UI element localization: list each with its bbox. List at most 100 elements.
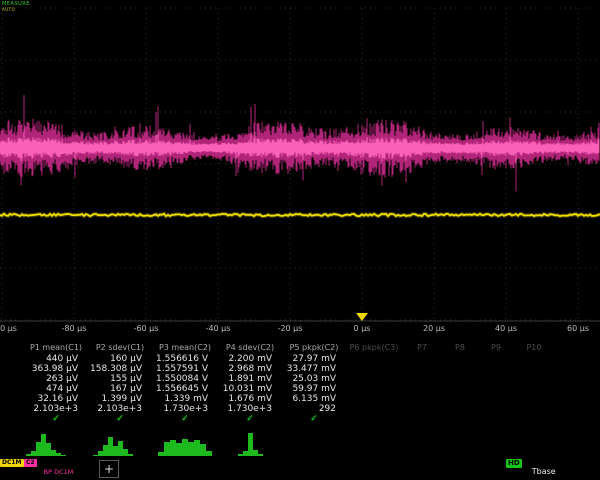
histicon-bar [61,455,66,456]
measure-value [478,404,514,414]
time-label: -60 µs [134,324,159,333]
time-label: 40 µs [495,324,517,333]
measure-header[interactable]: P9 [478,342,514,354]
measure-value: 1.730e+3 [218,404,282,414]
measure-header[interactable]: P5 pkpk(C2) [282,342,346,354]
auto-indicator: AUTO [2,8,30,12]
channel2-badge[interactable]: C2 [24,459,37,467]
measure-value: 1.399 µV [88,394,152,404]
measurement-table: P1 mean(C1)P2 sdev(C1)P3 mean(C2)P4 sdev… [24,342,554,425]
measure-header[interactable]: P7 [402,342,442,354]
hd-badge: HD [506,459,522,468]
measure-value: 160 µV [88,354,152,364]
measure-value [346,394,402,404]
histicon-bar [206,451,212,456]
measure-value: 59.97 mV [282,384,346,394]
measure-value: 167 µV [88,384,152,394]
measure-value [514,394,554,404]
trigger-position-marker[interactable] [356,313,368,321]
descriptor-bar: DC1M 10.0 mV C2 BP DC1M 10.0 mV + HD Tba… [0,458,600,480]
time-label: 20 µs [423,324,445,333]
measure-status-check: ✓ [88,414,152,425]
measure-status-check: ✓ [152,414,218,425]
histicon[interactable] [26,434,66,456]
time-axis: -100 µs -80 µs -60 µs -40 µs -20 µs 0 µs 20 µs… [0,323,600,337]
measure-value [346,374,402,384]
timebase-label: Tbase [532,467,556,476]
measure-header[interactable]: P2 sdev(C1) [88,342,152,354]
measure-value: 2.103e+3 [88,404,152,414]
measure-value [442,384,478,394]
measure-value: 1.550084 V [152,374,218,384]
measure-value: 440 µV [24,354,88,364]
measure-header[interactable]: P8 [442,342,478,354]
measure-value [402,374,442,384]
measure-status-check: ✓ [24,414,88,425]
measure-value [478,384,514,394]
histicon-row [0,430,600,457]
measure-header[interactable]: P4 sdev(C2) [218,342,282,354]
measure-value [442,404,478,414]
measure-value: 2.200 mV [218,354,282,364]
measure-value [514,364,554,374]
measure-header[interactable]: P6 pkpk(C3) [346,342,402,354]
measure-value: 2.968 mV [218,364,282,374]
measure-status-check [478,414,514,425]
channel1-badge[interactable]: DC1M [0,459,24,467]
measure-status-check [442,414,478,425]
measure-status-check: ✓ [218,414,282,425]
measure-value: 155 µV [88,374,152,384]
measure-header[interactable]: P10 [514,342,554,354]
time-label: -80 µs [62,324,87,333]
measure-value: 1.557591 V [152,364,218,374]
measure-value: 474 µV [24,384,88,394]
time-label: -100 µs [0,324,17,333]
measure-value [346,404,402,414]
measure-value: 292 [282,404,346,414]
measure-value: 1.339 mV [152,394,218,404]
measure-header[interactable]: P1 mean(C1) [24,342,88,354]
measure-value [402,354,442,364]
measure-value [478,394,514,404]
channel2-coupling: BP DC1M [44,468,74,476]
top-left-badges: MEASURE AUTO [2,2,30,12]
measure-value [478,364,514,374]
measure-value [442,354,478,364]
timebase-descriptor[interactable]: HD Tbase 12 Bits 20.0 µs/div [506,459,600,480]
measure-value [346,384,402,394]
measure-header[interactable]: P3 mean(C2) [152,342,218,354]
measure-value [478,354,514,364]
time-label: 60 µs [567,324,589,333]
measure-value [402,364,442,374]
measure-value [402,384,442,394]
measure-value [346,364,402,374]
measure-value: 27.97 mV [282,354,346,364]
time-label: -20 µs [278,324,303,333]
measure-value: 263 µV [24,374,88,384]
measure-value [514,404,554,414]
waveform-grid[interactable] [0,0,600,322]
measure-status-check [514,414,554,425]
measure-value: 1.891 mV [218,374,282,384]
time-label: 0 µs [354,324,371,333]
histicon[interactable] [93,437,133,456]
histicon-bar [128,454,133,456]
measure-value: 10.031 mV [218,384,282,394]
measure-value [442,394,478,404]
measure-status-check [402,414,442,425]
measure-value [442,374,478,384]
measure-value: 158.308 µV [88,364,152,374]
histicon[interactable] [238,433,263,456]
time-label: -40 µs [206,324,231,333]
measure-value: 6.135 mV [282,394,346,404]
oscilloscope-screen: MEASURE AUTO -100 µs -80 µs -60 µs -40 µs -2… [0,0,600,480]
measure-status-check: ✓ [282,414,346,425]
measure-status-check [346,414,402,425]
channel2-descriptor[interactable]: C2 BP DC1M 10.0 mV [24,459,74,480]
histicon[interactable] [158,439,212,456]
measure-value [402,404,442,414]
measure-value: 32.16 µV [24,394,88,404]
measure-value [514,374,554,384]
cursor-position-box[interactable]: + [99,460,119,478]
measure-value: 363.98 µV [24,364,88,374]
